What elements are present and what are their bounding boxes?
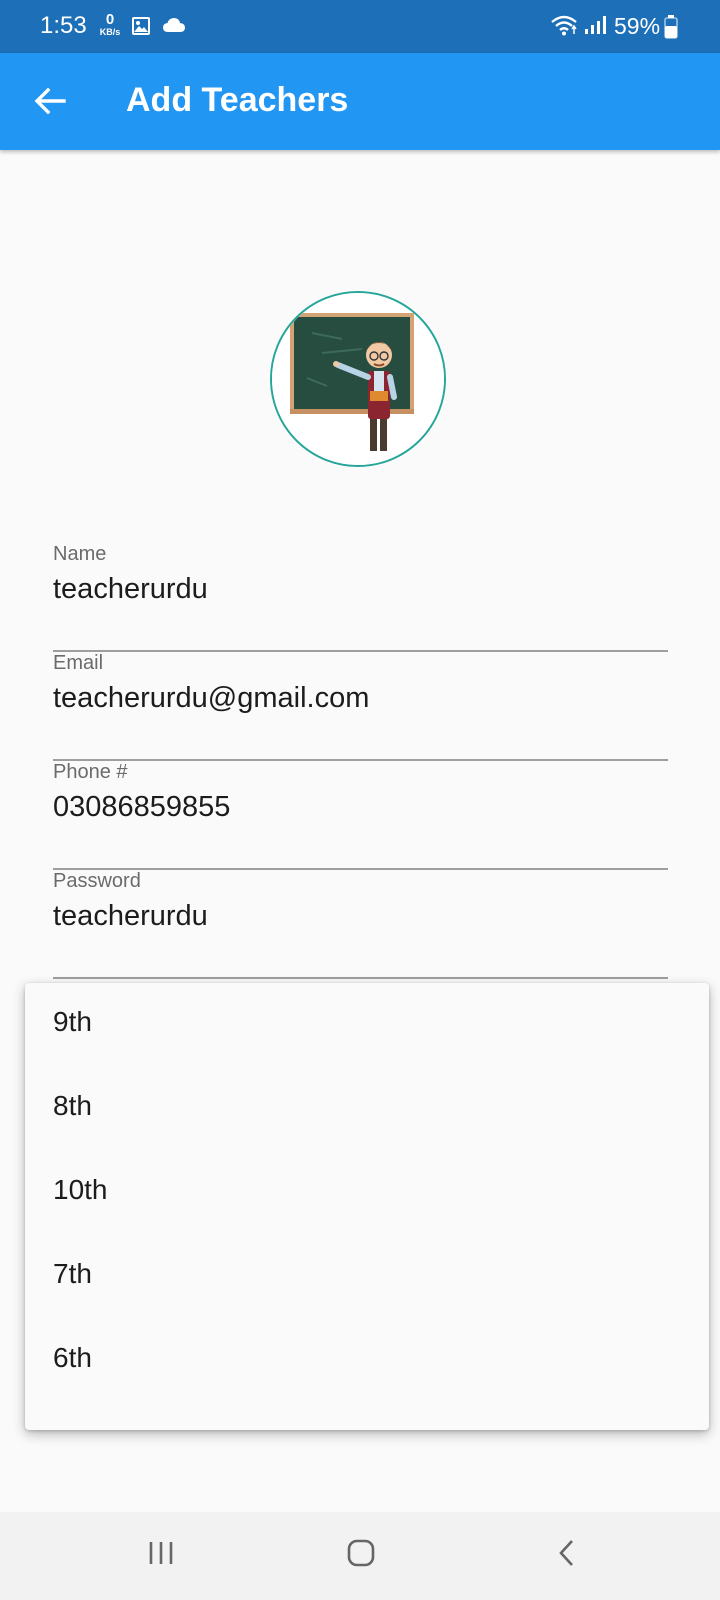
cloud-icon (162, 16, 186, 39)
name-value[interactable]: teacherurdu (53, 573, 208, 606)
dropdown-option[interactable]: 10th (25, 1151, 709, 1235)
dropdown-option[interactable]: 8th (25, 1067, 709, 1151)
home-icon[interactable] (346, 1538, 376, 1573)
recents-icon[interactable] (146, 1538, 176, 1573)
name-label: Name (53, 543, 107, 565)
page-title: Add Teachers (126, 81, 349, 119)
dropdown-option-label: 8th (53, 1090, 92, 1121)
battery-icon (664, 15, 678, 44)
battery-percent: 59% (614, 13, 661, 39)
password-field[interactable]: Password teacherurdu (53, 870, 668, 979)
name-field[interactable]: Name teacherurdu (53, 543, 668, 652)
camera-button-wrap (428, 449, 503, 522)
dropdown-option-label: 7th (53, 1258, 92, 1289)
back-button[interactable] (28, 79, 72, 123)
status-bar: 1:53 0 KB/s 59% (0, 0, 720, 53)
app-bar: Add Teachers (0, 53, 720, 150)
dropdown-option[interactable]: 6th (25, 1319, 709, 1403)
signal-icon (584, 15, 606, 40)
network-speed-value: 0 (105, 11, 115, 28)
gallery-icon (131, 16, 151, 41)
dropdown-option-label: 9th (53, 1006, 92, 1037)
phone-value[interactable]: 03086859855 (53, 791, 230, 824)
dropdown-option-label: 10th (53, 1174, 108, 1205)
dropdown-option[interactable]: 9th (25, 983, 709, 1067)
class-dropdown-menu: 9th 8th 10th 7th 6th (25, 983, 709, 1430)
email-value[interactable]: teacherurdu@gmail.com (53, 682, 369, 715)
teacher-illustration (272, 293, 444, 465)
status-time: 1:53 (40, 12, 87, 39)
password-value[interactable]: teacherurdu (53, 900, 208, 933)
arrow-left-icon (34, 87, 66, 115)
wifi-icon (550, 13, 578, 42)
password-label: Password (53, 870, 141, 892)
password-underline (53, 977, 668, 979)
phone-field[interactable]: Phone # 03086859855 (53, 761, 668, 870)
email-field[interactable]: Email teacherurdu@gmail.com (53, 652, 668, 761)
phone-label: Phone # (53, 761, 128, 783)
dropdown-option[interactable]: 7th (25, 1235, 709, 1319)
email-label: Email (53, 652, 104, 674)
system-nav-bar (0, 1512, 720, 1600)
network-speed-unit: KB/s (99, 27, 121, 37)
teacher-avatar[interactable] (270, 291, 446, 467)
back-icon[interactable] (552, 1538, 582, 1573)
network-speed: 0 KB/s (97, 12, 123, 37)
dropdown-option-label: 6th (53, 1342, 92, 1373)
